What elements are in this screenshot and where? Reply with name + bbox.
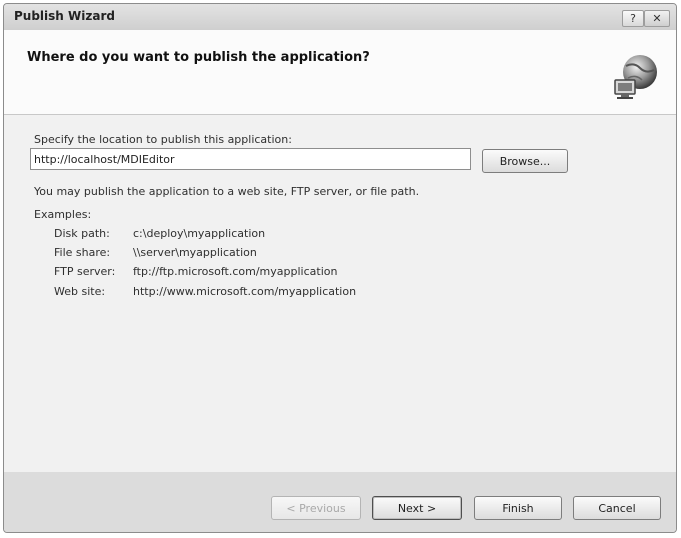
cancel-button[interactable]: Cancel bbox=[573, 496, 661, 520]
example-kind-disk: Disk path: bbox=[54, 227, 110, 240]
example-value-web: http://www.microsoft.com/myapplication bbox=[133, 285, 357, 298]
page-heading: Where do you want to publish the applica… bbox=[27, 50, 370, 65]
location-input[interactable] bbox=[30, 148, 471, 170]
title-bar: Publish Wizard ? ✕ bbox=[4, 4, 676, 31]
example-value-disk: c:\deploy\myapplication bbox=[133, 227, 266, 240]
examples-label: Examples: bbox=[34, 208, 92, 221]
hint-text: You may publish the application to a web… bbox=[34, 185, 420, 198]
browse-button[interactable]: Browse... bbox=[482, 149, 568, 173]
previous-button[interactable]: < Previous bbox=[271, 496, 361, 520]
next-button[interactable]: Next > bbox=[372, 496, 462, 520]
example-kind-share: File share: bbox=[54, 246, 111, 259]
finish-button[interactable]: Finish bbox=[474, 496, 562, 520]
close-button[interactable]: ✕ bbox=[644, 10, 670, 27]
example-value-ftp: ftp://ftp.microsoft.com/myapplication bbox=[133, 265, 338, 278]
wizard-header bbox=[4, 30, 676, 114]
location-label: Specify the location to publish this app… bbox=[34, 133, 292, 146]
example-kind-ftp: FTP server: bbox=[54, 265, 116, 278]
help-button[interactable]: ? bbox=[622, 10, 644, 27]
globe-computer-icon bbox=[614, 55, 657, 99]
example-kind-web: Web site: bbox=[54, 285, 106, 298]
example-value-share: \\server\myapplication bbox=[133, 246, 257, 259]
window-title: Publish Wizard bbox=[14, 9, 115, 23]
